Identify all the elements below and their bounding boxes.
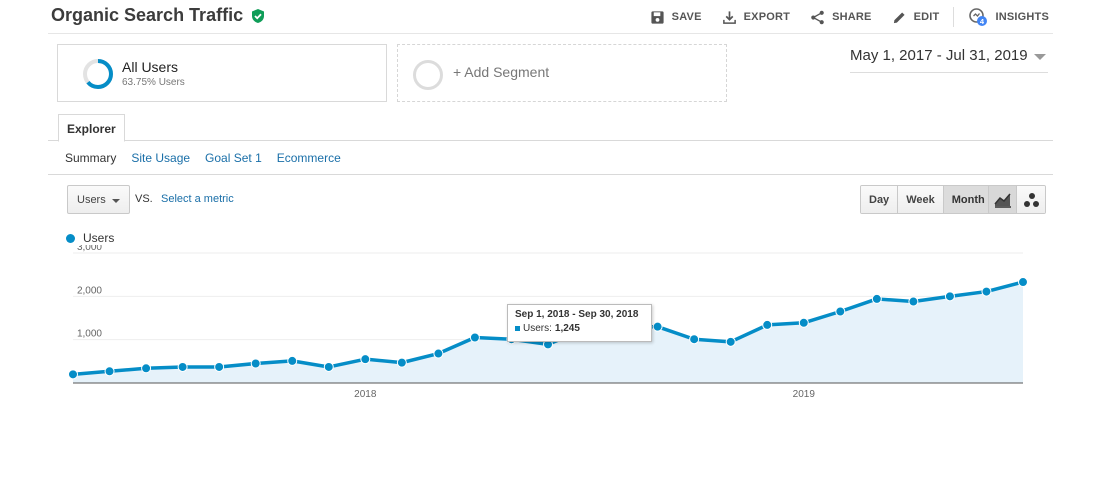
data-point — [360, 354, 371, 365]
share-label: SHARE — [832, 11, 872, 23]
export-icon — [722, 10, 736, 24]
insights-button[interactable]: 4 INSIGHTS — [968, 7, 1049, 27]
data-point — [981, 286, 992, 297]
metric-selected-label: Users — [77, 194, 106, 206]
period-week-button[interactable]: Week — [898, 186, 944, 213]
data-point — [250, 358, 261, 369]
header-actions: SAVE EXPORT SHARE EDIT 4 INSIGHTS — [630, 7, 1049, 27]
tooltip-series-swatch — [515, 326, 520, 331]
data-point — [1018, 277, 1028, 288]
report-title-text: Organic Search Traffic — [51, 5, 244, 25]
vs-label: VS. — [135, 193, 153, 205]
subtab-ecommerce[interactable]: Ecommerce — [277, 151, 341, 165]
chart-legend[interactable]: Users — [66, 231, 114, 245]
data-point — [725, 336, 736, 347]
share-icon — [811, 10, 824, 24]
chart-tooltip: Sep 1, 2018 - Sep 30, 2018 Users: 1,245 — [507, 304, 652, 342]
motion-chart-icon — [1024, 192, 1039, 207]
edit-label: EDIT — [913, 11, 940, 23]
share-button[interactable]: SHARE — [810, 10, 872, 25]
verified-shield-icon — [252, 8, 265, 23]
tooltip-label: Users: — [523, 323, 552, 334]
report-tabs: Explorer — [48, 112, 1053, 142]
date-range-label: May 1, 2017 - Jul 31, 2019 — [850, 47, 1028, 64]
select-metric-link[interactable]: Select a metric — [161, 193, 234, 205]
y-tick-label: 1,000 — [77, 329, 102, 340]
report-header: Organic Search Traffic SAVE EXPORT SHARE… — [48, 0, 1053, 34]
period-day-button[interactable]: Day — [861, 186, 899, 213]
data-point — [689, 334, 700, 345]
segment-name: All Users — [122, 59, 179, 75]
subtab-summary[interactable]: Summary — [65, 151, 116, 165]
tab-explorer[interactable]: Explorer — [58, 114, 125, 142]
data-point — [68, 369, 78, 380]
actions-divider — [953, 7, 955, 27]
data-point — [908, 296, 919, 307]
segment-share: 63.75% Users — [122, 77, 185, 88]
segment-ring-icon — [83, 59, 113, 89]
insights-badge: 4 — [980, 17, 985, 26]
segment-all-users[interactable]: All Users 63.75% Users — [57, 44, 387, 102]
legend-dot-icon — [66, 233, 75, 243]
chevron-down-icon — [1034, 54, 1046, 60]
data-point — [323, 361, 334, 372]
data-point — [104, 366, 115, 377]
y-tick-label: 2,000 — [77, 285, 102, 296]
chevron-down-icon — [112, 199, 120, 203]
edit-button[interactable]: EDIT — [892, 10, 940, 25]
save-label: SAVE — [671, 11, 702, 23]
tooltip-value: 1,245 — [554, 323, 580, 334]
data-point — [469, 332, 480, 343]
insights-label: INSIGHTS — [995, 11, 1049, 23]
export-button[interactable]: EXPORT — [722, 10, 790, 25]
subtab-goal-set-1[interactable]: Goal Set 1 — [205, 151, 262, 165]
tooltip-title: Sep 1, 2018 - Sep 30, 2018 — [515, 309, 639, 320]
export-label: EXPORT — [743, 11, 791, 23]
data-point — [652, 321, 663, 332]
explorer-subtabs: Summary Site Usage Goal Set 1 Ecommerce — [65, 151, 341, 165]
edit-icon — [893, 11, 905, 23]
x-tick-label: 2019 — [793, 389, 816, 400]
y-tick-label: 3,000 — [77, 245, 102, 253]
add-segment-label: + Add Segment — [453, 64, 550, 80]
data-point — [798, 317, 809, 328]
tooltip-row: Users: 1,245 — [515, 323, 644, 334]
save-icon — [651, 10, 664, 24]
subtab-site-usage[interactable]: Site Usage — [131, 151, 190, 165]
data-point — [214, 361, 225, 372]
insights-icon: 4 — [969, 8, 988, 26]
data-point — [177, 361, 188, 372]
line-chart-button[interactable] — [989, 186, 1017, 213]
report-title: Organic Search Traffic — [51, 5, 266, 26]
save-button[interactable]: SAVE — [650, 10, 702, 25]
add-segment-button[interactable]: + Add Segment — [397, 44, 727, 102]
data-point — [835, 306, 846, 317]
x-tick-label: 2018 — [354, 389, 377, 400]
data-point — [396, 357, 407, 368]
add-segment-ring-icon — [413, 60, 443, 90]
data-point — [287, 355, 298, 366]
data-point — [762, 319, 773, 330]
chart-type-toggle — [988, 185, 1046, 214]
time-granularity-toggle: Day Week Month — [860, 185, 994, 214]
data-point — [871, 293, 882, 304]
date-range-picker[interactable]: May 1, 2017 - Jul 31, 2019 — [850, 47, 1048, 73]
motion-chart-button[interactable] — [1017, 186, 1045, 213]
subtabs-divider — [48, 174, 1053, 175]
legend-label-users: Users — [83, 231, 115, 245]
data-point — [944, 291, 955, 302]
data-point — [141, 363, 152, 374]
line-chart-icon — [993, 193, 1011, 208]
data-point — [433, 348, 444, 359]
period-month-button[interactable]: Month — [943, 186, 993, 213]
metric-dropdown[interactable]: Users — [67, 185, 130, 214]
